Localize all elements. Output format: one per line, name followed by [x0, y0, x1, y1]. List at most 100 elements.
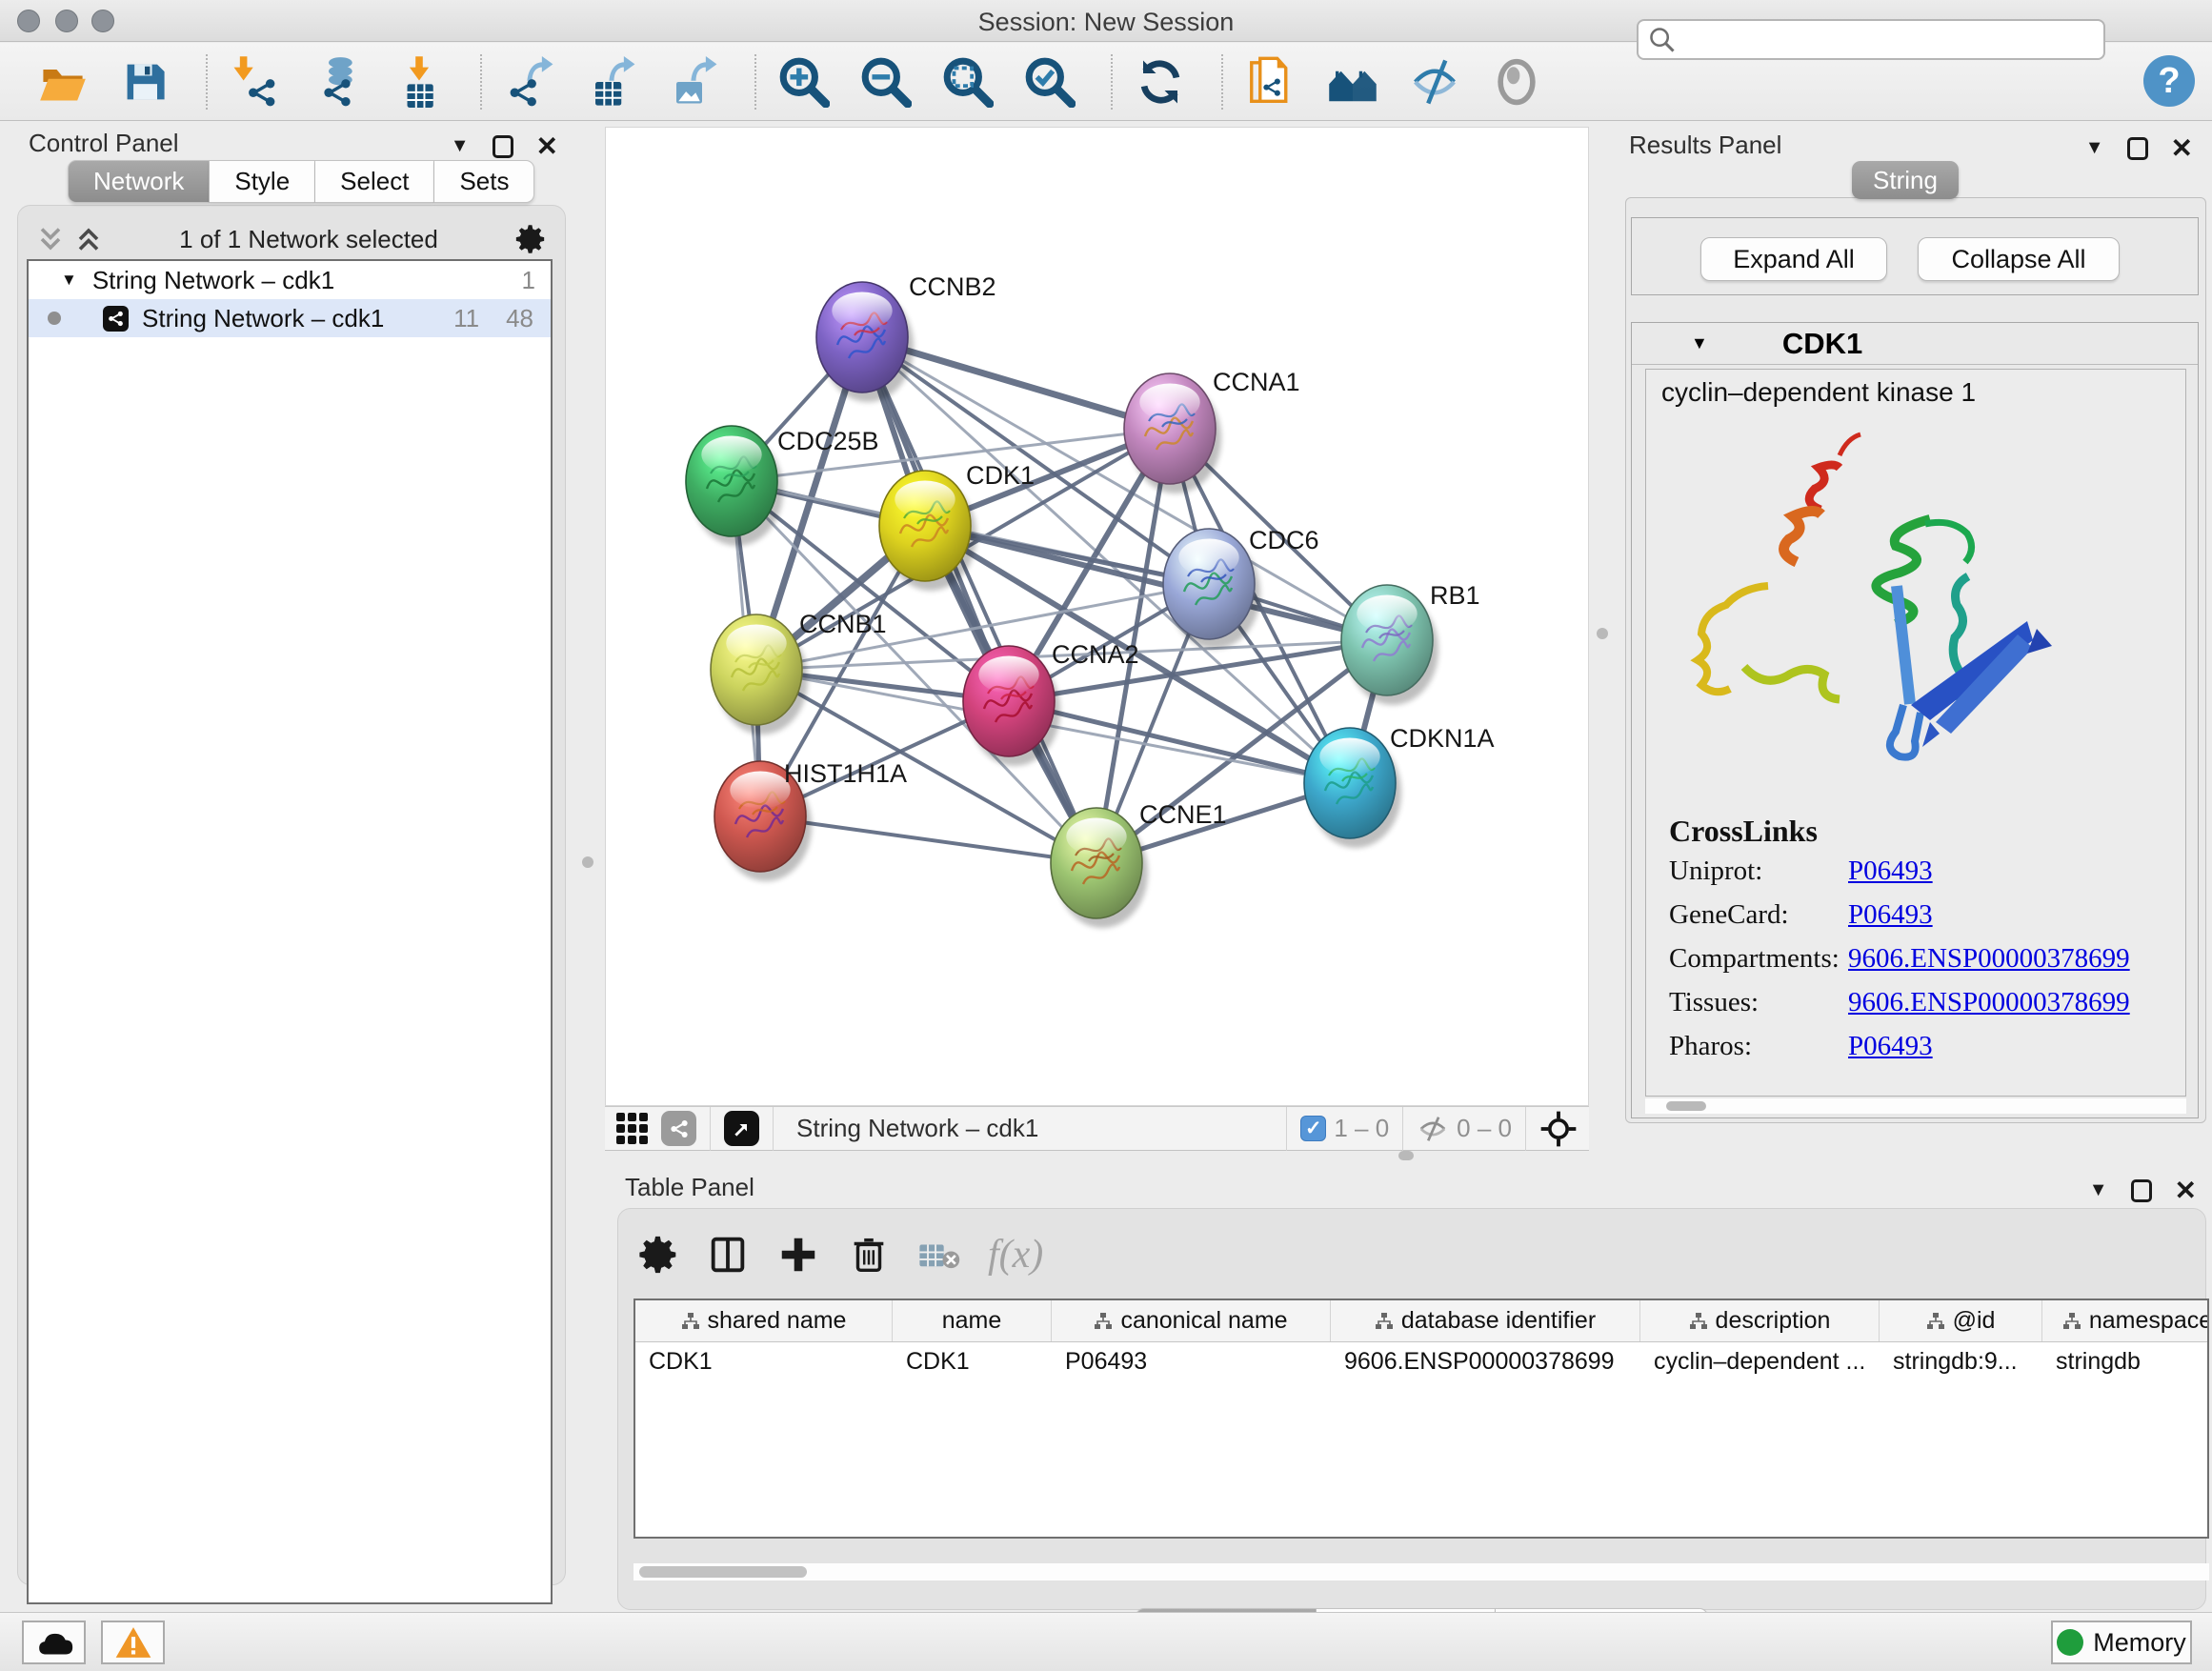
- close-panel-icon[interactable]: ✕: [536, 131, 558, 162]
- show-columns-icon[interactable]: [706, 1233, 750, 1277]
- svg-text:CCNB1: CCNB1: [799, 610, 887, 638]
- table-cell[interactable]: cyclin–dependent ...: [1640, 1342, 1880, 1380]
- birds-eye-view-icon[interactable]: [616, 1113, 648, 1144]
- column-header-canonical-name[interactable]: canonical name: [1052, 1300, 1331, 1341]
- close-panel-icon[interactable]: ✕: [2171, 132, 2193, 164]
- delete-column-trash-icon[interactable]: [847, 1233, 891, 1277]
- table-settings-gear-icon[interactable]: [637, 1234, 679, 1276]
- collapse-panel-icon[interactable]: ▼: [2085, 137, 2104, 159]
- svg-text:CDC6: CDC6: [1249, 526, 1319, 554]
- results-scrollbar-thumb[interactable]: [1666, 1101, 1706, 1111]
- selected-checkbox-icon[interactable]: ✓: [1300, 1116, 1326, 1141]
- column-header-shared-name[interactable]: shared name: [635, 1300, 893, 1341]
- zoom-in-icon[interactable]: [777, 55, 831, 109]
- control-panel: Control Panel ▼ ✕ Network Style Select S…: [11, 127, 570, 1612]
- node-table[interactable]: shared namenamecanonical namedatabase id…: [633, 1299, 2209, 1539]
- float-panel-icon[interactable]: [2127, 137, 2148, 160]
- tab-style[interactable]: Style: [210, 160, 315, 203]
- tab-sets[interactable]: Sets: [434, 160, 534, 203]
- close-panel-icon[interactable]: ✕: [2175, 1175, 2197, 1206]
- gene-details: cyclin–dependent kinase 1: [1645, 369, 2186, 1097]
- float-panel-icon[interactable]: [493, 135, 513, 158]
- show-panel-eye-icon[interactable]: [1490, 55, 1543, 109]
- import-table-file-icon[interactable]: [392, 55, 446, 109]
- export-table-icon[interactable]: [585, 55, 638, 109]
- collapse-panel-icon[interactable]: ▼: [451, 135, 470, 157]
- table-cell[interactable]: CDK1: [635, 1342, 893, 1380]
- network-row-selected[interactable]: String Network – cdk1 11 48: [29, 299, 551, 337]
- table-scrollbar-track[interactable]: [633, 1563, 2209, 1580]
- home-icon[interactable]: [1326, 55, 1379, 109]
- help-button[interactable]: ?: [2143, 55, 2195, 107]
- cloud-status-button[interactable]: [22, 1621, 86, 1664]
- tab-select[interactable]: Select: [315, 160, 434, 203]
- cloud-icon: [35, 1628, 73, 1657]
- table-cell[interactable]: CDK1: [893, 1342, 1052, 1380]
- expand-all-networks-icon[interactable]: [36, 225, 65, 253]
- open-in-window-icon[interactable]: [724, 1111, 759, 1146]
- import-network-database-icon[interactable]: [311, 55, 364, 109]
- collection-expand-icon[interactable]: ▼: [61, 271, 77, 290]
- memory-button[interactable]: Memory: [2051, 1621, 2192, 1664]
- hide-panel-eye-icon[interactable]: [1408, 55, 1461, 109]
- search-input[interactable]: [1677, 26, 2077, 53]
- gene-section-header[interactable]: ▼ CDK1: [1632, 323, 2198, 365]
- refresh-view-icon[interactable]: [1134, 55, 1187, 109]
- collapse-panel-icon[interactable]: ▼: [2089, 1179, 2108, 1201]
- crosslinks-block: CrossLinks Uniprot:P06493GeneCard:P06493…: [1669, 814, 2130, 1068]
- tab-string[interactable]: String: [1852, 161, 1959, 199]
- results-scrollbar-track[interactable]: [1645, 1098, 2186, 1114]
- toolbar-divider: [480, 54, 482, 110]
- table-cell[interactable]: stringdb:9...: [1880, 1342, 2042, 1380]
- network-collection-row[interactable]: ▼ String Network – cdk1 1: [29, 261, 551, 299]
- left-splitter-handle[interactable]: [582, 856, 593, 868]
- crosslink-link[interactable]: P06493: [1848, 856, 1933, 887]
- crosslink-link[interactable]: 9606.ENSP00000378699: [1848, 943, 2130, 975]
- expand-all-button[interactable]: Expand All: [1700, 237, 1887, 281]
- fit-selected-crosshair-icon[interactable]: [1539, 1110, 1578, 1148]
- table-scrollbar-thumb[interactable]: [639, 1566, 807, 1578]
- column-header-namespace[interactable]: namespace: [2042, 1300, 2209, 1341]
- crosslink-label: Compartments:: [1669, 943, 1848, 975]
- export-image-icon[interactable]: [667, 55, 720, 109]
- column-header-database-identifier[interactable]: database identifier: [1331, 1300, 1640, 1341]
- table-cell[interactable]: P06493: [1052, 1342, 1331, 1380]
- gear-icon[interactable]: [514, 223, 547, 255]
- create-column-plus-icon[interactable]: [776, 1233, 820, 1277]
- column-header-description[interactable]: description: [1640, 1300, 1880, 1341]
- svg-text:CDK1: CDK1: [966, 461, 1035, 490]
- column-header-name[interactable]: name: [893, 1300, 1052, 1341]
- right-splitter-handle[interactable]: [1597, 628, 1608, 639]
- tab-network[interactable]: Network: [68, 160, 210, 203]
- zoom-out-icon[interactable]: [859, 55, 913, 109]
- crosslink-link[interactable]: P06493: [1848, 899, 1933, 931]
- memory-label: Memory: [2093, 1628, 2186, 1658]
- network-label: String Network – cdk1: [142, 304, 453, 333]
- table-cell[interactable]: 9606.ENSP00000378699: [1331, 1342, 1640, 1380]
- string-network-graph[interactable]: CCNB2CCNA1CDC25BCDK1CDC6RB1CCNB1CCNA2CDK…: [606, 128, 1588, 1105]
- export-document-icon[interactable]: [1244, 55, 1297, 109]
- zoom-fit-icon[interactable]: [941, 55, 995, 109]
- collapse-all-networks-icon[interactable]: [74, 225, 103, 253]
- table-cell[interactable]: stringdb: [2042, 1342, 2209, 1380]
- export-network-icon[interactable]: [503, 55, 556, 109]
- svg-text:HIST1H1A: HIST1H1A: [784, 759, 907, 788]
- open-session-icon[interactable]: [36, 55, 90, 109]
- save-session-icon[interactable]: [118, 55, 171, 109]
- section-collapse-icon[interactable]: ▼: [1691, 333, 1708, 353]
- warning-status-button[interactable]: [101, 1621, 165, 1664]
- search-field[interactable]: [1637, 19, 2105, 60]
- crosslink-link[interactable]: P06493: [1848, 1031, 1933, 1062]
- float-panel-icon[interactable]: [2131, 1179, 2152, 1202]
- current-network-dot: [48, 312, 61, 325]
- table-row[interactable]: CDK1CDK1P064939606.ENSP00000378699cyclin…: [635, 1342, 2207, 1380]
- network-canvas[interactable]: CCNB2CCNA1CDC25BCDK1CDC6RB1CCNB1CCNA2CDK…: [605, 127, 1589, 1106]
- footer-divider: [1525, 1107, 1526, 1151]
- string-badge-icon[interactable]: [661, 1111, 696, 1146]
- column-header-@id[interactable]: @id: [1880, 1300, 2042, 1341]
- collapse-all-button[interactable]: Collapse All: [1918, 237, 2120, 281]
- string-network-icon: [103, 306, 129, 332]
- crosslink-link[interactable]: 9606.ENSP00000378699: [1848, 987, 2130, 1018]
- zoom-selected-icon[interactable]: [1023, 55, 1076, 109]
- import-network-file-icon[interactable]: [229, 55, 282, 109]
